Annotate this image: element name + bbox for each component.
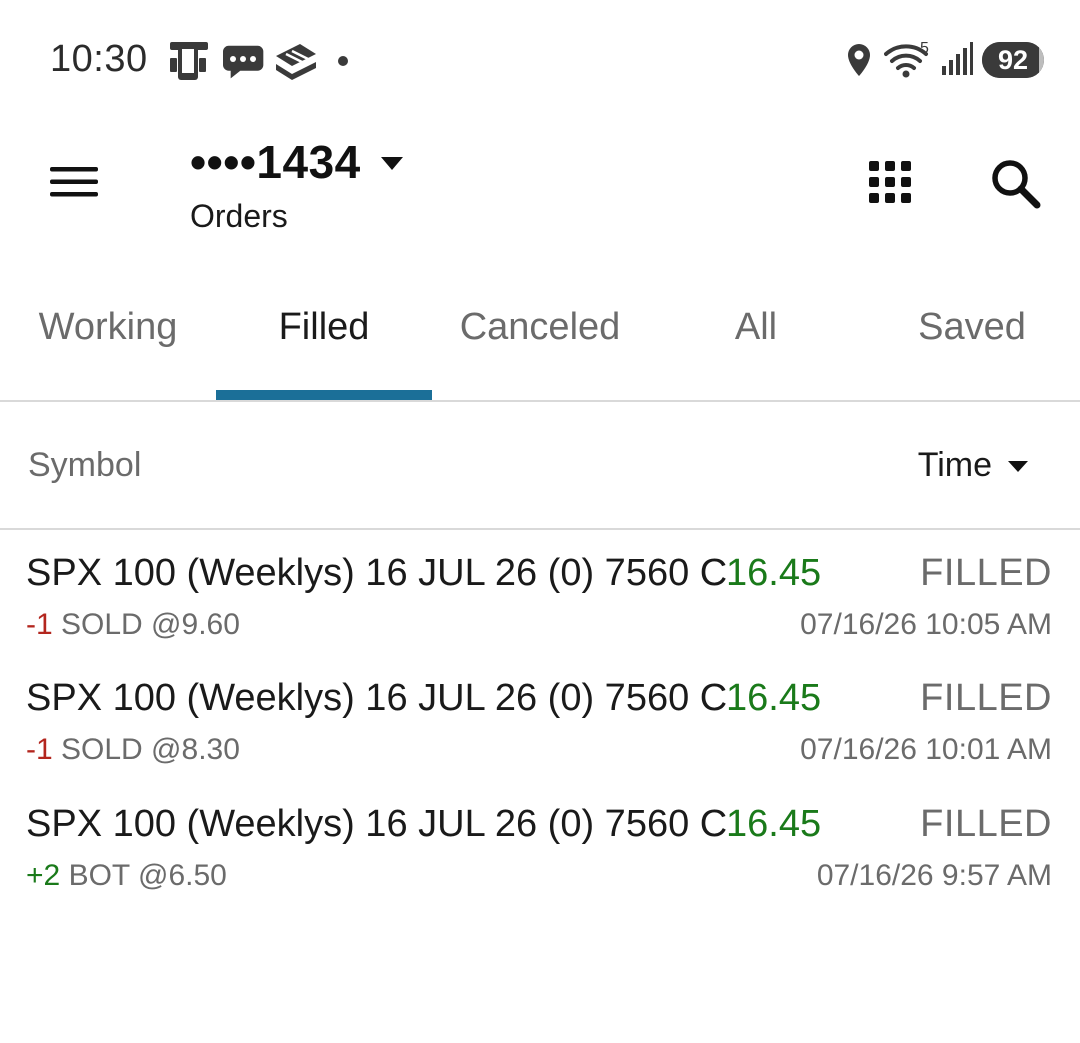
order-action: SOLD @8.30 [61,733,240,766]
symbol-column-header[interactable]: Symbol [28,446,141,485]
order-detail: +2 BOT @6.50 [26,859,227,893]
page-subtitle: Orders [190,198,288,234]
menu-button[interactable] [40,150,108,214]
caret-down-icon [380,157,403,170]
order-status: FILLED [920,677,1052,719]
order-symbol: SPX 100 (Weeklys) 16 JUL 26 (0) 7560 C [26,677,728,719]
tab-working[interactable]: Working [0,290,216,400]
tabs-divider [0,400,1080,402]
order-action: BOT @6.50 [68,859,227,892]
tab-all[interactable]: All [648,290,864,400]
order-qty: -1 [26,733,53,766]
search-button[interactable] [980,148,1052,220]
hamburger-icon [50,167,98,197]
tab-filled[interactable]: Filled [216,290,432,400]
order-status: FILLED [920,552,1052,594]
order-action: SOLD @9.60 [61,608,240,641]
order-symbol: SPX 100 (Weeklys) 16 JUL 26 (0) 7560 C [26,803,728,845]
wifi-badge: 5 [920,40,929,57]
order-time: 07/16/26 10:05 AM [800,608,1052,641]
account-number: ••••1434 [190,136,361,188]
order-qty: +2 [26,859,61,892]
order-price: 16.45 [726,677,822,719]
location-icon [844,40,874,82]
battery-indicator: 92 [982,42,1044,78]
phone-cast-icon [166,40,212,82]
account-header: ••••1434 Orders [190,132,403,235]
order-status: FILLED [920,803,1052,845]
order-row[interactable]: SPX 100 (Weeklys) 16 JUL 26 (0) 7560 C 1… [0,677,1080,803]
order-qty: -1 [26,608,53,641]
order-price: 16.45 [726,803,822,845]
header-divider [0,528,1080,530]
more-notifications-dot [338,56,348,66]
stacked-cards-icon [272,40,320,82]
account-selector[interactable]: ••••1434 [190,132,403,192]
order-time: 07/16/26 10:01 AM [800,733,1052,766]
grid-icon [869,161,911,203]
status-time: 10:30 [50,38,148,80]
time-sort-label: Time [917,446,992,484]
tab-saved[interactable]: Saved [864,290,1080,400]
order-time: 07/16/26 9:57 AM [816,859,1052,892]
tab-canceled[interactable]: Canceled [432,290,648,400]
battery-level: 92 [997,44,1029,75]
order-row[interactable]: SPX 100 (Weeklys) 16 JUL 26 (0) 7560 C 1… [0,552,1080,678]
order-detail: -1 SOLD @8.30 [26,733,240,767]
caret-down-icon [1008,460,1028,472]
order-detail: -1 SOLD @9.60 [26,608,240,642]
time-sort-dropdown[interactable]: Time [918,446,1028,485]
chat-bubble-icon [222,40,266,82]
search-icon [992,160,1041,209]
apps-grid-button[interactable] [856,148,924,216]
order-row[interactable]: SPX 100 (Weeklys) 16 JUL 26 (0) 7560 C 1… [0,803,1080,929]
signal-icon [940,40,974,82]
order-price: 16.45 [726,552,822,594]
order-symbol: SPX 100 (Weeklys) 16 JUL 26 (0) 7560 C [26,552,728,594]
active-tab-indicator [216,390,432,400]
status-bar: 10:30 5 92 [0,0,1080,120]
order-tabs: Working Filled Canceled All Saved [0,290,1080,400]
